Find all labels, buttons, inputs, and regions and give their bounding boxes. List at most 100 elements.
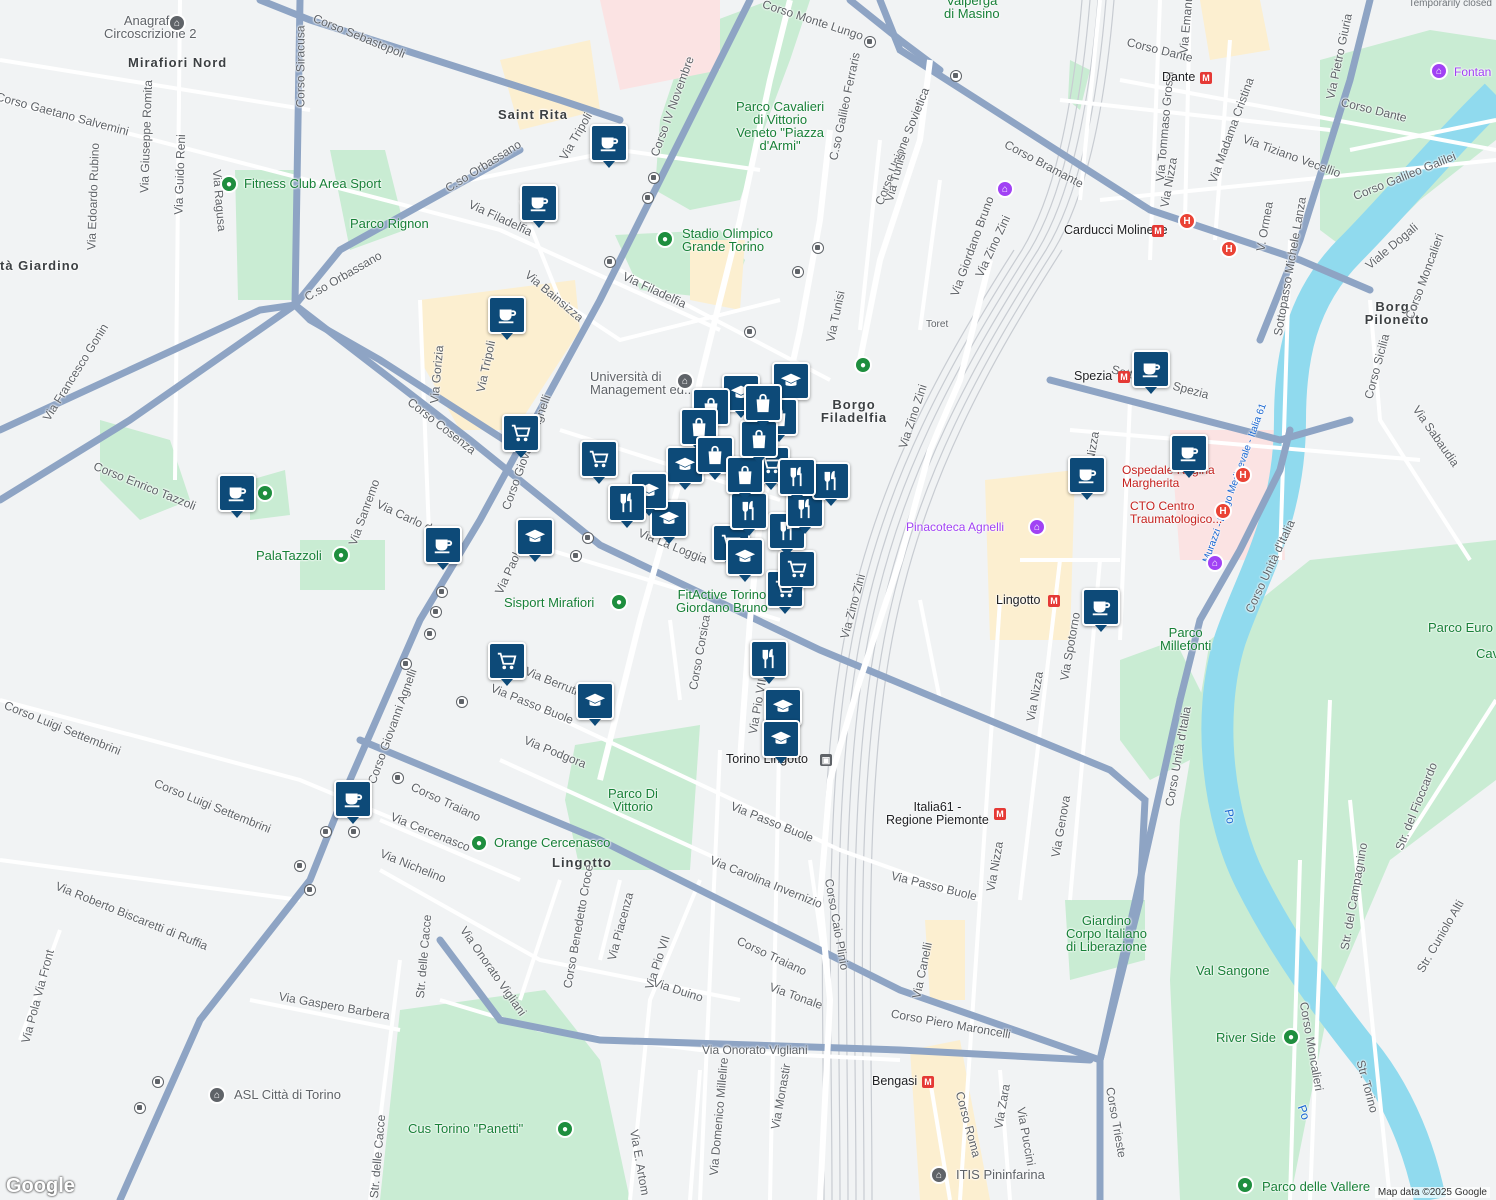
metro-icon[interactable]: M [1200,72,1212,84]
school-marker[interactable] [726,538,764,582]
grocery-marker[interactable] [488,642,526,686]
cafe-marker[interactable] [1132,350,1170,394]
grocery-marker[interactable] [580,440,618,484]
poi-label-rignon[interactable]: Parco Rignon [350,217,429,230]
grocery-marker[interactable] [502,414,540,458]
poi-label-cus[interactable]: Cus Torino "Panetti" [408,1122,523,1135]
shopping-marker[interactable] [744,384,782,428]
restaurant-marker[interactable] [812,462,850,506]
poi-label-parco-euro[interactable]: Parco Euro [1428,621,1493,634]
poi-label-fitactive[interactable]: FitActive Torino Giordano Bruno [676,588,768,614]
poi-label-cavo[interactable]: Cavo [1476,647,1496,660]
school-marker[interactable] [576,682,614,726]
metro-icon[interactable]: M [922,1076,934,1088]
bus-stop-icon[interactable] [152,1076,164,1088]
cafe-marker[interactable] [334,780,372,824]
hospital-icon[interactable]: H [1234,466,1252,484]
metro-label-bengasi[interactable]: Bengasi [872,1075,917,1088]
sport-icon[interactable]: ● [1282,1028,1300,1046]
cafe-marker[interactable] [1170,434,1208,478]
restaurant-marker[interactable] [778,458,816,502]
restaurant-marker[interactable] [750,640,788,684]
museum-icon[interactable]: ⌂ [1430,62,1448,80]
school-marker[interactable] [516,518,554,562]
restaurant-marker[interactable] [608,484,646,528]
poi-label-stadio[interactable]: Stadio Olimpico Grande Torino [682,227,773,253]
poi-label-cto[interactable]: CTO Centro Traumatologico... [1130,500,1222,526]
cafe-marker[interactable] [1082,588,1120,632]
map-attribution[interactable]: Map data ©2025 Google [1374,1187,1490,1198]
bus-stop-icon[interactable] [320,826,332,838]
hospital-icon[interactable]: H [1214,502,1232,520]
gym-icon[interactable]: ● [220,175,238,193]
bus-stop-icon[interactable] [392,772,404,784]
bus-stop-icon[interactable] [864,36,876,48]
cafe-marker[interactable] [488,296,526,340]
metro-label-dante[interactable]: Dante [1162,71,1195,84]
cafe-marker[interactable] [424,526,462,570]
poi-label-sisport[interactable]: Sisport Mirafiori [504,596,594,609]
sport-icon[interactable]: ● [256,484,274,502]
poi-label-palatazzoli[interactable]: PalaTazzoli [256,549,322,562]
bus-stop-icon[interactable] [812,242,824,254]
stadium-icon[interactable]: ● [656,230,674,248]
sport-icon[interactable]: ● [556,1120,574,1138]
cafe-marker[interactable] [1068,456,1106,500]
gym-icon[interactable]: ● [470,834,488,852]
bus-stop-icon[interactable] [792,266,804,278]
bus-stop-icon[interactable] [582,532,594,544]
bus-stop-icon[interactable] [294,860,306,872]
cafe-marker[interactable] [218,474,256,518]
school-marker[interactable] [762,720,800,764]
bus-stop-icon[interactable] [134,1102,146,1114]
cafe-marker[interactable] [520,184,558,228]
metro-icon[interactable]: M [1118,371,1130,383]
bus-stop-icon[interactable] [424,628,436,640]
metro-label-italia61[interactable]: Italia61 - Regione Piemonte [886,801,989,827]
bus-stop-icon[interactable] [304,884,316,896]
government-icon[interactable]: ⌂ [208,1086,226,1104]
metro-icon[interactable]: M [1152,225,1164,237]
bus-stop-icon[interactable] [436,586,448,598]
park-icon[interactable]: ● [854,356,872,374]
poi-label-vallere[interactable]: Parco delle Vallere [1262,1180,1370,1193]
metro-icon[interactable]: M [994,808,1006,820]
sport-icon[interactable]: ● [332,546,350,564]
bus-stop-icon[interactable] [400,658,412,670]
poi-label-fitness[interactable]: Fitness Club Area Sport [244,177,381,190]
government-icon[interactable]: ⌂ [168,14,186,32]
hospital-icon[interactable]: H [1220,240,1238,258]
poi-label-asl[interactable]: ASL Città di Torino [234,1088,341,1101]
bus-stop-icon[interactable] [744,326,756,338]
poi-label-parco-vittorio[interactable]: Parco Di Vittorio [608,787,658,813]
poi-label-millefonti[interactable]: Parco Millefonti [1160,626,1211,652]
poi-label-valperga[interactable]: Valperga di Masino [944,0,1000,20]
metro-label-lingotto[interactable]: Lingotto [996,594,1040,607]
park-icon[interactable]: ● [1236,1176,1254,1194]
train-station-icon[interactable]: ▣ [820,754,832,766]
bus-stop-icon[interactable] [348,826,360,838]
museum-icon[interactable]: ⌂ [1206,554,1224,572]
university-icon[interactable]: ⌂ [676,372,694,390]
poi-label-giardino[interactable]: Giardino Corpo Italiano di Liberazione [1066,914,1147,953]
bus-stop-icon[interactable] [642,192,654,204]
poi-label-orange[interactable]: Orange Cercenasco [494,836,610,849]
bus-stop-icon[interactable] [648,172,660,184]
museum-icon[interactable]: ⌂ [996,180,1014,198]
poi-label-parco-cavalieri[interactable]: Parco Cavalieri di Vittorio Veneto "Piaz… [736,100,824,152]
poi-label-fontan[interactable]: Fontan [1454,66,1491,79]
bus-stop-icon[interactable] [570,550,582,562]
poi-label-riverside[interactable]: River Side [1216,1031,1276,1044]
bus-stop-icon[interactable] [456,696,468,708]
bus-stop-icon[interactable] [430,606,442,618]
school-icon[interactable]: ⌂ [930,1166,948,1184]
map-canvas[interactable]: Mirafiori Nord Saint Rita Borgo Filadelf… [0,0,1496,1200]
poi-label-valsangone[interactable]: Val Sangone [1196,964,1270,977]
poi-label-pinacoteca[interactable]: Pinacoteca Agnelli [906,521,1004,534]
museum-icon[interactable]: ⌂ [1028,518,1046,536]
sport-icon[interactable]: ● [610,593,628,611]
cafe-marker[interactable] [590,124,628,168]
bus-stop-icon[interactable] [604,256,616,268]
poi-label-itis[interactable]: ITIS Pininfarina [956,1168,1045,1181]
metro-icon[interactable]: M [1048,595,1060,607]
